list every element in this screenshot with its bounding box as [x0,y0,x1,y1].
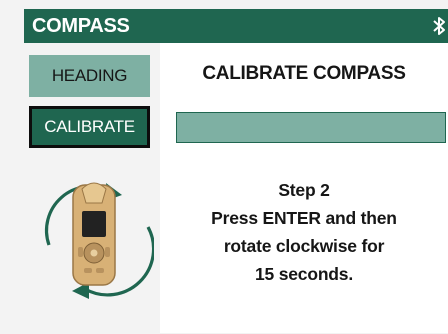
instruction-line: rotate clockwise for [223,236,385,256]
sidebar: HEADING CALIBRATE [24,43,160,333]
page-title: COMPASS [32,15,130,37]
instruction-line: Press ENTER and then [211,208,397,228]
instruction-line: 15 seconds. [255,264,353,284]
main-panel: CALIBRATE COMPASS Step 2 Press ENTER and… [160,43,448,333]
compass-screen: COMPASS HEADING CALIBRATE CALIBRATE COMP… [0,0,448,334]
calibrate-button[interactable]: CALIBRATE [29,106,150,148]
rotate-device-icon [30,171,156,301]
calibration-instructions: Step 2 Press ENTER and then rotate clock… [160,176,448,288]
step-label: Step 2 [278,180,330,200]
title-bar: COMPASS [24,9,448,43]
section-title: CALIBRATE COMPASS [202,63,406,84]
heading-button[interactable]: HEADING [29,55,150,97]
bluetooth-icon [432,16,446,36]
calibration-progress-bar [176,112,446,143]
